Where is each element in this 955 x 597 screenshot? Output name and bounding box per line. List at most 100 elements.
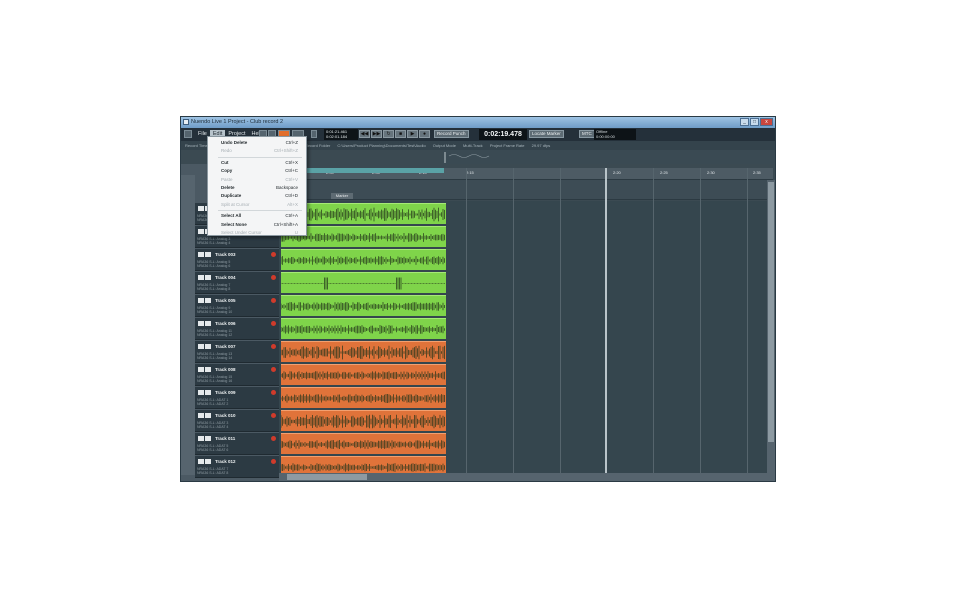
- audio-clip[interactable]: [281, 387, 446, 408]
- horizontal-scrollbar[interactable]: [279, 473, 775, 481]
- audio-clip[interactable]: [281, 249, 446, 270]
- audio-clip[interactable]: [281, 318, 446, 339]
- track-name[interactable]: Track 006: [215, 321, 236, 326]
- track-name[interactable]: Track 010: [215, 413, 236, 418]
- menu-item-label: Cut: [221, 159, 229, 165]
- record-enable-icon[interactable]: [271, 459, 276, 464]
- info-value[interactable]: Multi-Track: [463, 143, 483, 148]
- info-value[interactable]: C:\Users\Product Planning\Documents\Test…: [337, 143, 425, 148]
- mute-button[interactable]: [198, 229, 204, 234]
- edit-menu-item[interactable]: Select All Ctrl+A: [208, 212, 306, 220]
- solo-button[interactable]: [205, 275, 211, 280]
- play-button[interactable]: ▶: [407, 130, 418, 138]
- mute-button[interactable]: [198, 298, 204, 303]
- marker-track[interactable]: [279, 180, 773, 200]
- audio-clip[interactable]: [281, 364, 446, 385]
- track-header[interactable]: Track 004 NRA36 S-L: Analog 7 NRA36 S-L: A…: [195, 272, 279, 294]
- record-enable-icon[interactable]: [271, 252, 276, 257]
- audio-clip[interactable]: [281, 433, 446, 454]
- mute-button[interactable]: [198, 436, 204, 441]
- audio-clip[interactable]: [281, 295, 446, 316]
- edit-menu-item[interactable]: Delete Backspace: [208, 184, 306, 192]
- vertical-scrollbar[interactable]: [767, 180, 775, 473]
- mute-button[interactable]: [198, 459, 204, 464]
- inspector-strip[interactable]: [181, 175, 195, 475]
- track-name[interactable]: Track 009: [215, 390, 236, 395]
- track-header[interactable]: Track 011 NRA36 S-L: ADAT 5 NRA36 S-L: ADA…: [195, 433, 279, 455]
- solo-button[interactable]: [205, 436, 211, 441]
- mute-button[interactable]: [198, 413, 204, 418]
- record-enable-icon[interactable]: [271, 275, 276, 280]
- mute-button[interactable]: [198, 344, 204, 349]
- mute-button[interactable]: [198, 367, 204, 372]
- track-name[interactable]: Track 008: [215, 367, 236, 372]
- track-header[interactable]: Track 007 NRA36 S-L: Analog 13 NRA36 S-L: …: [195, 341, 279, 363]
- solo-button[interactable]: [205, 390, 211, 395]
- mute-button[interactable]: [198, 206, 204, 211]
- solo-button[interactable]: [205, 367, 211, 372]
- track-name[interactable]: Track 007: [215, 344, 236, 349]
- audio-clip[interactable]: [281, 272, 446, 293]
- record-enable-icon[interactable]: [271, 390, 276, 395]
- rewind-button[interactable]: ◀◀: [359, 130, 370, 138]
- solo-button[interactable]: [205, 298, 211, 303]
- solo-button[interactable]: [205, 459, 211, 464]
- cycle-button[interactable]: ↻: [383, 130, 394, 138]
- record-enable-icon[interactable]: [271, 344, 276, 349]
- record-punch-button[interactable]: Record Punch: [434, 130, 469, 138]
- horizontal-scroll-thumb[interactable]: [287, 474, 367, 480]
- edit-menu-item[interactable]: Select None Ctrl+Shift+A: [208, 221, 306, 229]
- minimize-button[interactable]: _: [740, 118, 749, 126]
- record-enable-icon[interactable]: [271, 321, 276, 326]
- track-header[interactable]: Track 010 NRA36 S-L: ADAT 3 NRA36 S-L: ADA…: [195, 410, 279, 432]
- close-button[interactable]: x: [760, 118, 773, 126]
- edit-menu-item[interactable]: Undo Delete Ctrl+Z: [208, 139, 306, 147]
- edit-menu-item[interactable]: Cut Ctrl+X: [208, 159, 306, 167]
- info-value[interactable]: 29.97 dfps: [532, 143, 551, 148]
- track-name[interactable]: Track 005: [215, 298, 236, 303]
- forward-button[interactable]: ▶▶: [371, 130, 382, 138]
- locate-marker-button[interactable]: Locate Marker: [529, 130, 564, 138]
- record-enable-icon[interactable]: [271, 413, 276, 418]
- track-header[interactable]: Track 012 NRA36 S-L: ADAT 7 NRA36 S-L: ADA…: [195, 456, 279, 478]
- edit-menu-item[interactable]: Copy Ctrl+C: [208, 167, 306, 175]
- settings-icon[interactable]: [184, 130, 192, 138]
- track-name[interactable]: Track 004: [215, 275, 236, 280]
- solo-button[interactable]: [205, 252, 211, 257]
- solo-button[interactable]: [205, 413, 211, 418]
- record-button[interactable]: ●: [419, 130, 430, 138]
- mute-button[interactable]: [198, 252, 204, 257]
- menu-item-label: Select All: [221, 213, 242, 219]
- record-enable-icon[interactable]: [271, 436, 276, 441]
- marker-flag[interactable]: Marker: [331, 193, 353, 199]
- mtc-button[interactable]: MTC: [579, 130, 595, 138]
- track-header[interactable]: Track 008 NRA36 S-L: Analog 15 NRA36 S-L: …: [195, 364, 279, 386]
- audio-clip[interactable]: [281, 410, 446, 431]
- playback-cursor[interactable]: [605, 168, 607, 473]
- transport-controls: ◀◀ ▶▶ ↻ ■ ▶ ●: [359, 130, 430, 138]
- title-bar[interactable]: Nuendo Live 1 Project - Club record 2 _ …: [181, 117, 775, 128]
- record-enable-icon[interactable]: [271, 367, 276, 372]
- vertical-scroll-thumb[interactable]: [768, 182, 774, 442]
- maximize-button[interactable]: □: [750, 118, 759, 126]
- track-header[interactable]: Track 009 NRA36 S-L: ADAT 1 NRA36 S-L: ADA…: [195, 387, 279, 409]
- solo-button[interactable]: [205, 344, 211, 349]
- track-header[interactable]: Track 006 NRA36 S-L: Analog 11 NRA36 S-L: …: [195, 318, 279, 340]
- record-enable-icon[interactable]: [271, 298, 276, 303]
- mute-button[interactable]: [198, 321, 204, 326]
- audio-clip[interactable]: [281, 341, 446, 362]
- track-name[interactable]: Track 003: [215, 252, 236, 257]
- menu-item-shortcut: Ctrl+Shift+Z: [273, 148, 298, 154]
- stop-button[interactable]: ■: [395, 130, 406, 138]
- track-header[interactable]: Track 003 NRA36 S-L: Analog 5 NRA36 S-L: A…: [195, 249, 279, 271]
- edit-menu-item[interactable]: Duplicate Ctrl+D: [208, 192, 306, 200]
- track-name[interactable]: Track 012: [215, 459, 236, 464]
- mute-button[interactable]: [198, 275, 204, 280]
- track-input: NRA36 S-L: ADAT 3 NRA36 S-L: ADAT 4: [197, 421, 228, 429]
- solo-button[interactable]: [205, 321, 211, 326]
- mute-button[interactable]: [198, 390, 204, 395]
- track-input-right: NRA36 S-L: Analog 12: [197, 333, 233, 337]
- project-overview[interactable]: [443, 150, 775, 164]
- track-header[interactable]: Track 005 NRA36 S-L: Analog 9 NRA36 S-L: A…: [195, 295, 279, 317]
- track-name[interactable]: Track 011: [215, 436, 235, 441]
